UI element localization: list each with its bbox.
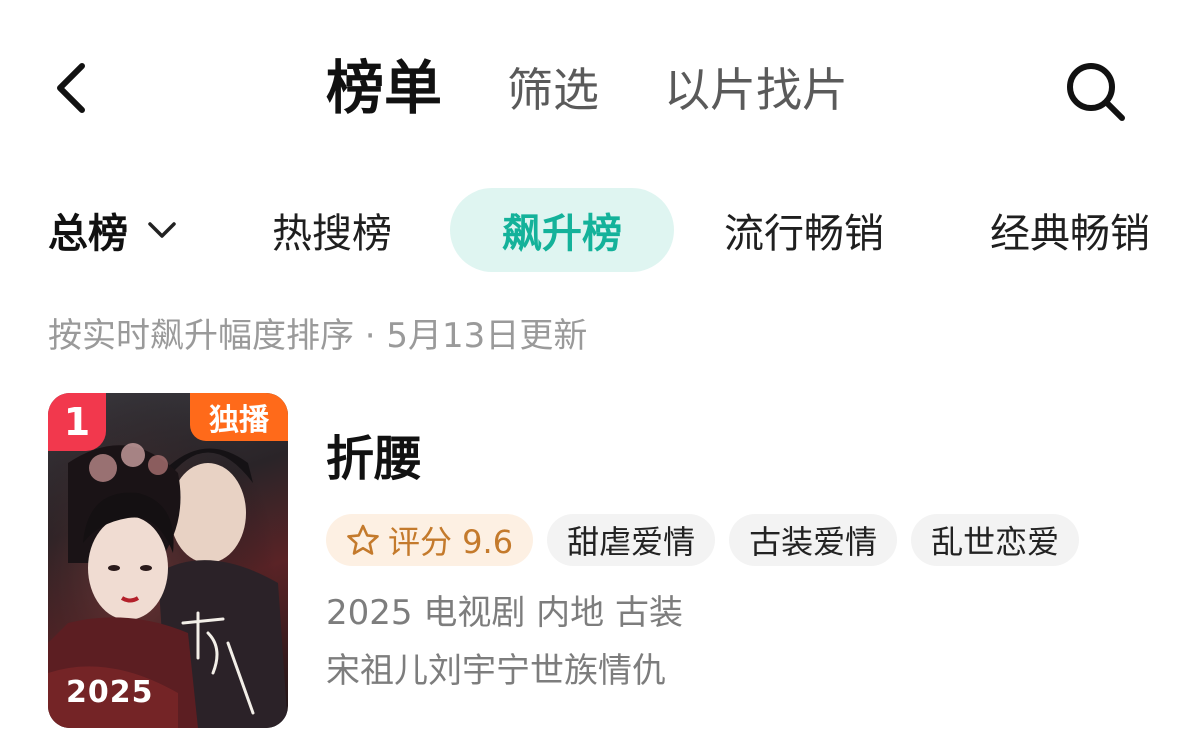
top-nav-bar: 榜单 筛选 以片找片 [0, 0, 1179, 180]
tab-rising[interactable]: 飙升榜 [450, 188, 674, 272]
tab-classic-bestseller[interactable]: 经典畅销 [990, 188, 1150, 272]
tag-row: 评分 9.6 甜虐爱情 古装爱情 乱世恋爱 [326, 514, 1080, 566]
genre-tag[interactable]: 甜虐爱情 [547, 514, 716, 566]
poster[interactable]: 1 独播 2025 [48, 393, 288, 728]
page: 榜单 筛选 以片找片 总榜 热搜榜 飙升榜 流行畅销 经典畅销 按实时飙升幅度排… [0, 0, 1179, 734]
chevron-down-icon [148, 222, 176, 238]
genre-tag[interactable]: 古装爱情 [729, 514, 898, 566]
exclusive-badge: 独播 [190, 393, 288, 441]
tab-total-ranking[interactable]: 总榜 [48, 188, 178, 272]
item-description: 宋祖儿刘宇宁世族情仇 [326, 651, 666, 691]
rating-tag: 评分 9.6 [326, 514, 534, 566]
search-button[interactable] [1060, 56, 1130, 126]
poster-year: 2025 [66, 675, 154, 710]
tab-find-by-clip[interactable]: 以片找片 [664, 62, 848, 118]
item-title[interactable]: 折腰 [326, 431, 422, 487]
tab-total-ranking-label: 总榜 [48, 211, 128, 257]
tab-popular-bestseller[interactable]: 流行畅销 [724, 188, 884, 272]
list-item[interactable]: 1 独播 2025 折腰 评分 9.6 甜虐爱情 古装爱情 乱世恋爱 2025 … [48, 393, 1179, 733]
back-icon [57, 63, 85, 113]
star-icon [347, 524, 379, 555]
rank-badge: 1 [48, 393, 106, 451]
search-icon [1067, 63, 1125, 121]
genre-tag[interactable]: 乱世恋爱 [911, 514, 1080, 566]
ranking-category-tabs: 总榜 热搜榜 飙升榜 流行畅销 经典畅销 [0, 188, 1179, 274]
tab-hot-search[interactable]: 热搜榜 [272, 188, 392, 272]
item-meta: 2025 电视剧 内地 古装 [326, 593, 683, 633]
rating-label: 评分 9.6 [388, 523, 514, 561]
ranking-subtitle: 按实时飙升幅度排序 · 5月13日更新 [48, 316, 588, 356]
tab-filter[interactable]: 筛选 [507, 62, 599, 118]
back-button[interactable] [50, 60, 100, 116]
page-title: 榜单 [326, 54, 443, 122]
